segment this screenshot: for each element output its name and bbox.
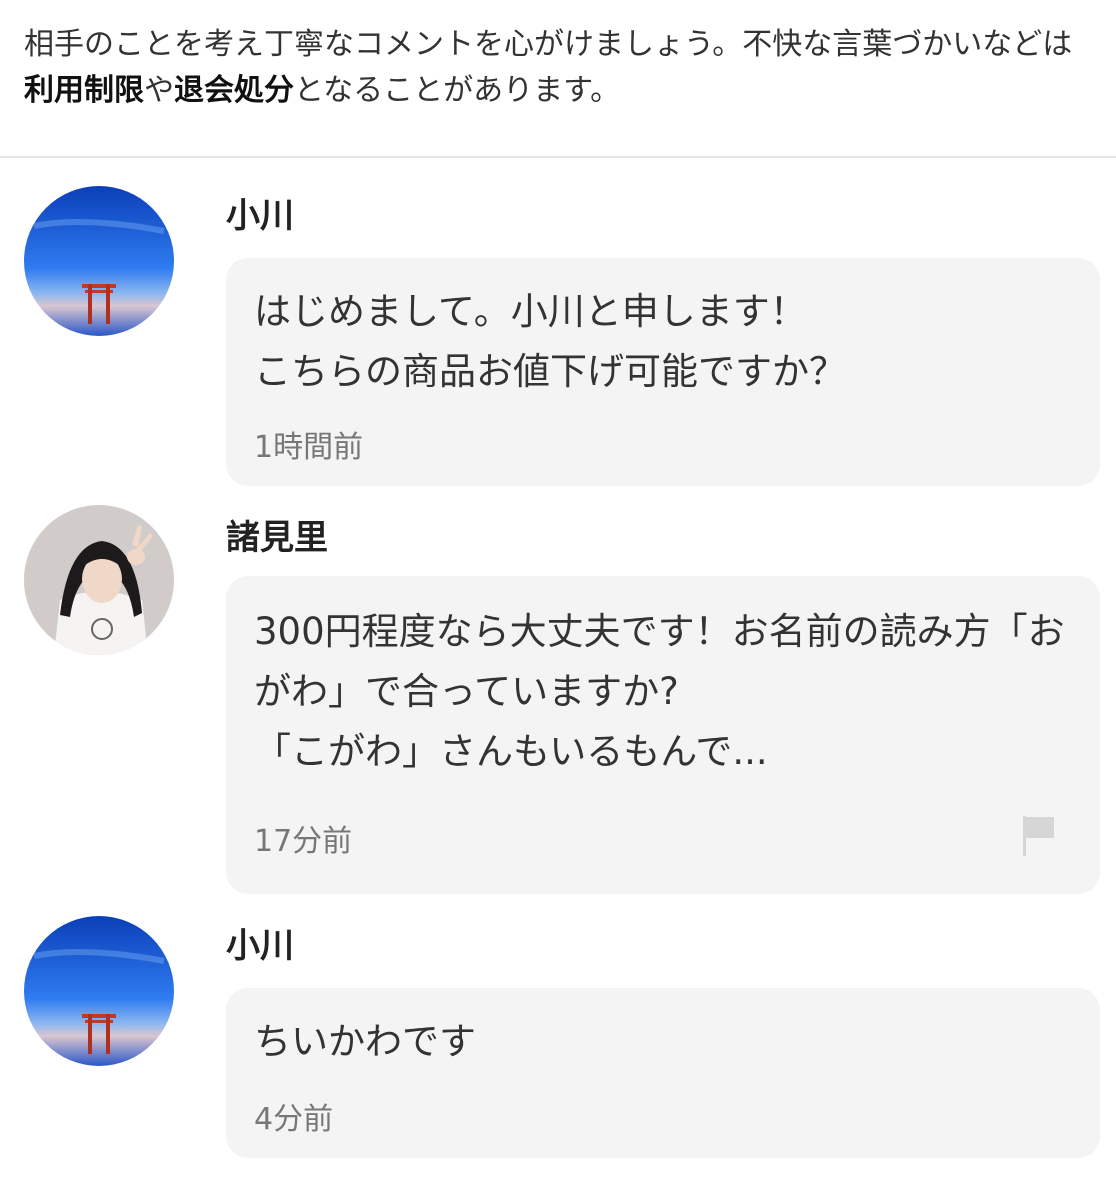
notice-usage-restriction: 利用制限 bbox=[24, 73, 144, 108]
avatar[interactable] bbox=[24, 186, 174, 336]
flag-icon[interactable] bbox=[1020, 814, 1056, 856]
notice-text: 相手のことを考え丁寧なコメントを心がけましょう。不快な言葉づかいなどは bbox=[24, 27, 1073, 62]
avatar[interactable] bbox=[24, 505, 174, 655]
comment-author[interactable]: 小川 bbox=[226, 926, 294, 966]
comment-text: 300円程度なら大丈夫です！お名前の読み方「おがわ」で合っていますか? 「こがわ… bbox=[254, 610, 1065, 773]
notice-account-termination: 退会処分 bbox=[174, 73, 294, 108]
comment-text: ちいかわです bbox=[254, 1020, 476, 1063]
notice-text-connector: や bbox=[144, 73, 174, 108]
person-photo-avatar-icon bbox=[24, 505, 174, 655]
comment-timestamp: 1時間前 bbox=[254, 430, 364, 465]
comment-bubble: 300円程度なら大丈夫です！お名前の読み方「おがわ」で合っていますか? 「こがわ… bbox=[226, 576, 1100, 894]
notice-text-end: となることがあります。 bbox=[294, 73, 621, 108]
comment-bubble: ちいかわです 4分前 bbox=[226, 988, 1100, 1158]
comment-author[interactable]: 小川 bbox=[226, 196, 294, 236]
comment-guideline-notice: 相手のことを考え丁寧なコメントを心がけましょう。不快な言葉づかいなどは利用制限や… bbox=[24, 22, 1094, 114]
comment-timestamp: 4分前 bbox=[254, 1102, 334, 1137]
comment-bubble: はじめまして。小川と申します！ こちらの商品お値下げ可能ですか？ 1時間前 bbox=[226, 258, 1100, 486]
sky-torii-avatar-icon bbox=[24, 186, 174, 336]
avatar[interactable] bbox=[24, 916, 174, 1066]
comment-author[interactable]: 諸見里 bbox=[226, 518, 328, 558]
comment-text: はじめまして。小川と申します！ こちらの商品お値下げ可能ですか？ bbox=[254, 290, 846, 393]
divider bbox=[0, 156, 1116, 158]
comment-timestamp: 17分前 bbox=[254, 824, 353, 859]
sky-torii-avatar-icon bbox=[24, 916, 174, 1066]
